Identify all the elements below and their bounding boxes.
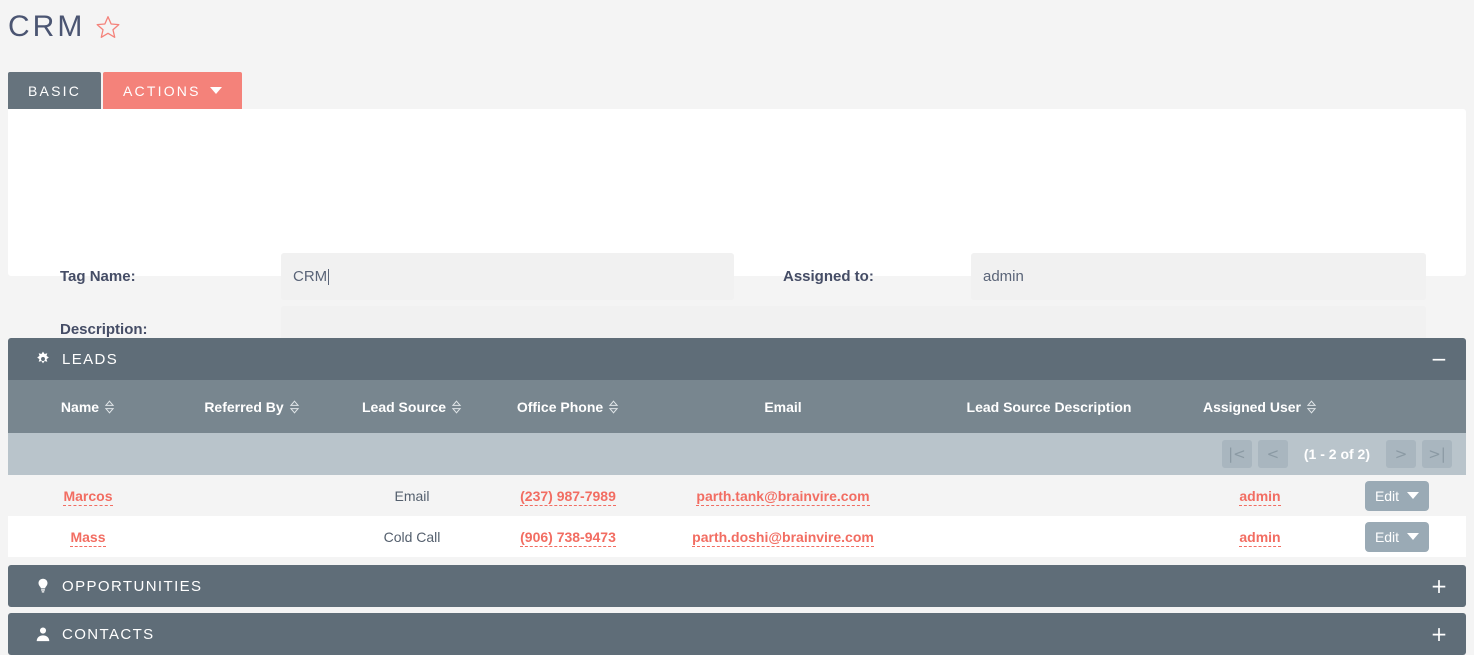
star-outline-icon-svg xyxy=(96,16,120,38)
chevron-down-icon xyxy=(209,87,222,94)
assigned-to-input[interactable]: admin xyxy=(971,253,1426,300)
table-row: Mass Cold Call (906) 738-9473 parth.dosh… xyxy=(8,516,1466,557)
leads-table-body: Marcos Email (237) 987-7989 parth.tank@b… xyxy=(8,475,1466,557)
leads-pagination-row: |< < (1 - 2 of 2) > >| xyxy=(8,433,1466,475)
chevron-down-icon xyxy=(1407,533,1420,540)
page-header: CRM xyxy=(8,12,121,42)
col-header-office-phone[interactable]: Office Phone xyxy=(488,380,648,433)
basic-info-panel: Tag Name: CRM Assigned to: admin Descrip… xyxy=(8,109,1466,353)
leads-pagination-cell: |< < (1 - 2 of 2) > >| xyxy=(8,433,1466,475)
leads-header-row: Name Referred By Lead Source Office Phon… xyxy=(8,380,1466,433)
tab-basic-label: BASIC xyxy=(28,82,82,99)
table-row: Marcos Email (237) 987-7989 parth.tank@b… xyxy=(8,475,1466,516)
email-link[interactable]: parth.tank@brainvire.com xyxy=(696,487,870,506)
opportunities-panel-title: OPPORTUNITIES xyxy=(62,577,203,595)
page-title: CRM xyxy=(8,10,86,43)
sort-icon xyxy=(1306,399,1317,414)
col-header-office-phone-label: Office Phone xyxy=(516,398,604,415)
assigned-to-label: Assigned to: xyxy=(783,268,874,285)
opportunities-expand-toggle[interactable]: + xyxy=(1428,575,1450,597)
tag-name-input[interactable]: CRM xyxy=(281,253,734,300)
col-header-referred-by-label: Referred By xyxy=(204,398,284,415)
col-header-email-label: Email xyxy=(764,398,802,415)
cell-referred-by xyxy=(168,516,336,557)
col-header-lead-source[interactable]: Lead Source xyxy=(336,380,488,433)
contacts-panel: CONTACTS + xyxy=(8,613,1466,655)
leads-panel-title: LEADS xyxy=(62,350,119,368)
contacts-expand-toggle[interactable]: + xyxy=(1428,623,1450,645)
col-header-name[interactable]: Name xyxy=(8,380,168,433)
cell-actions: Edit xyxy=(1340,475,1466,516)
edit-button-label: Edit xyxy=(1374,528,1400,545)
edit-button[interactable]: Edit xyxy=(1364,521,1430,552)
lead-name-link[interactable]: Marcos xyxy=(63,487,113,506)
email-link[interactable]: parth.doshi@brainvire.com xyxy=(692,528,874,547)
cell-lead-source: Cold Call xyxy=(336,516,488,557)
lead-name-link[interactable]: Mass xyxy=(70,528,106,547)
tab-actions[interactable]: ACTIONS xyxy=(103,72,242,109)
sort-icon xyxy=(451,399,462,414)
office-phone-link[interactable]: (906) 738-9473 xyxy=(520,528,616,547)
pagination-prev-button[interactable]: < xyxy=(1257,440,1288,468)
col-header-name-label: Name xyxy=(60,398,100,415)
sort-icon xyxy=(608,399,619,414)
col-header-assigned-user-label: Assigned User xyxy=(1202,398,1302,415)
leads-panel-header[interactable]: LEADS − xyxy=(8,338,1466,380)
opportunities-panel-header[interactable]: OPPORTUNITIES + xyxy=(8,565,1466,607)
col-header-lead-source-description[interactable]: Lead Source Description xyxy=(918,380,1180,433)
cell-assigned-user: admin xyxy=(1180,516,1340,557)
leads-collapse-toggle[interactable]: − xyxy=(1428,348,1450,370)
col-header-lead-source-label: Lead Source xyxy=(361,398,447,415)
cell-email: parth.doshi@brainvire.com xyxy=(648,516,918,557)
pagination-last-button[interactable]: >| xyxy=(1422,440,1452,468)
col-header-actions xyxy=(1340,380,1466,433)
contacts-panel-header[interactable]: CONTACTS + xyxy=(8,613,1466,655)
edit-button-label: Edit xyxy=(1374,487,1400,504)
tag-name-label: Tag Name: xyxy=(60,268,136,285)
pagination-count-label: (1 - 2 of 2) xyxy=(1303,446,1370,462)
pagination-next-button[interactable]: > xyxy=(1386,440,1416,468)
tab-actions-label: ACTIONS xyxy=(123,82,201,99)
col-header-assigned-user[interactable]: Assigned User xyxy=(1180,380,1340,433)
col-header-lead-source-description-label: Lead Source Description xyxy=(966,398,1132,415)
cell-name: Mass xyxy=(8,516,168,557)
tab-basic[interactable]: BASIC xyxy=(8,72,102,109)
tab-bar: BASIC ACTIONS xyxy=(8,72,242,109)
col-header-referred-by[interactable]: Referred By xyxy=(168,380,336,433)
text-cursor xyxy=(328,268,330,285)
pagination-first-button[interactable]: |< xyxy=(1221,440,1252,468)
description-label: Description: xyxy=(60,321,148,338)
opportunities-panel: OPPORTUNITIES + xyxy=(8,565,1466,607)
assigned-user-link[interactable]: admin xyxy=(1239,487,1281,506)
leads-panel: LEADS − Name Referred By Lead Source Off… xyxy=(8,338,1466,557)
leads-table-head: Name Referred By Lead Source Office Phon… xyxy=(8,380,1466,475)
office-phone-link[interactable]: (237) 987-7989 xyxy=(520,487,616,506)
cell-office-phone: (906) 738-9473 xyxy=(488,516,648,557)
edit-button[interactable]: Edit xyxy=(1364,480,1430,511)
lightbulb-icon xyxy=(38,578,48,593)
cell-referred-by xyxy=(168,475,336,516)
sort-icon xyxy=(289,399,299,414)
assigned-to-value: admin xyxy=(983,268,1024,285)
star-outline-icon[interactable] xyxy=(95,14,121,40)
assigned-user-link[interactable]: admin xyxy=(1239,528,1281,547)
leads-table: Name Referred By Lead Source Office Phon… xyxy=(8,380,1466,557)
tag-name-value: CRM xyxy=(293,268,328,285)
chevron-down-icon xyxy=(1407,492,1420,499)
cell-lead-source: Email xyxy=(336,475,488,516)
sort-icon xyxy=(104,399,115,414)
person-icon xyxy=(36,627,50,642)
cell-lead-source-description xyxy=(918,516,1180,557)
cell-name: Marcos xyxy=(8,475,168,516)
cell-email: parth.tank@brainvire.com xyxy=(648,475,918,516)
cell-actions: Edit xyxy=(1340,516,1466,557)
pagination-controls: |< < (1 - 2 of 2) > >| xyxy=(22,440,1452,468)
col-header-email[interactable]: Email xyxy=(648,380,918,433)
cell-assigned-user: admin xyxy=(1180,475,1340,516)
gear-icon xyxy=(37,351,49,364)
cell-lead-source-description xyxy=(918,475,1180,516)
cell-office-phone: (237) 987-7989 xyxy=(488,475,648,516)
contacts-panel-title: CONTACTS xyxy=(62,625,155,643)
